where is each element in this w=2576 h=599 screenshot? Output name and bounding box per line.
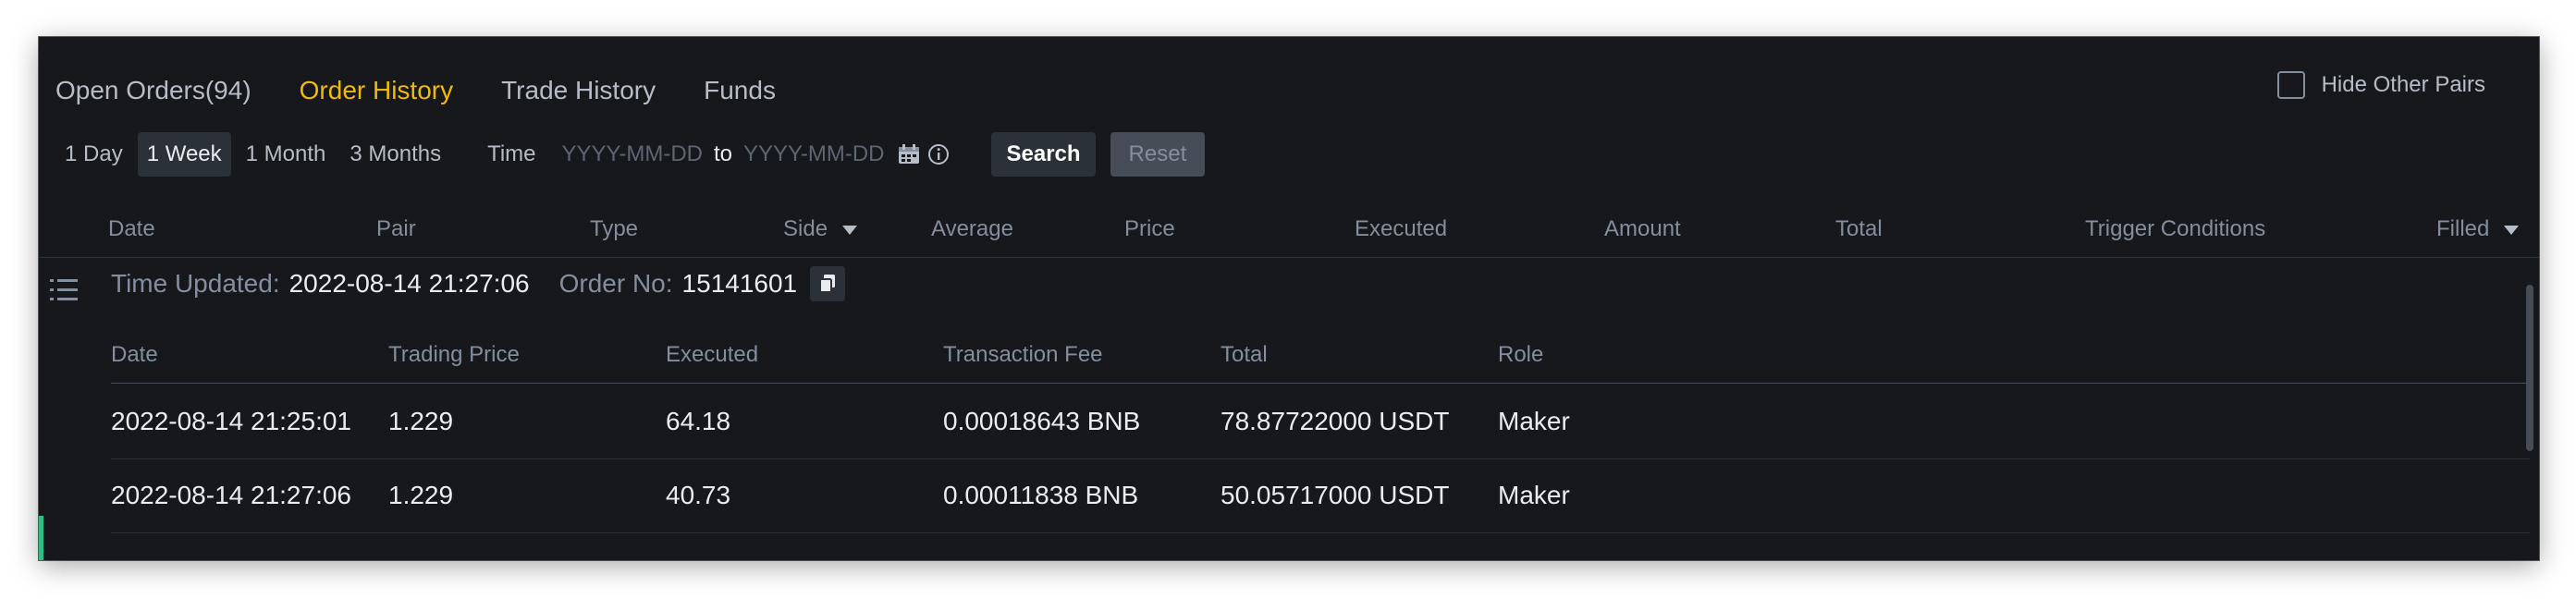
col-date: Date <box>108 216 155 241</box>
caret-down-icon <box>842 225 858 235</box>
order-no-label: Order No: <box>558 269 673 298</box>
trade-date: 2022-08-14 21:27:06 <box>111 481 351 509</box>
col-side[interactable]: Side <box>783 216 858 242</box>
caret-down-icon <box>2504 225 2520 235</box>
trades-col-date: Date <box>111 342 158 367</box>
trades-col-executed: Executed <box>666 342 759 367</box>
trade-date: 2022-08-14 21:25:01 <box>111 407 351 435</box>
orders-tabs: Open Orders(94) Order History Trade Hist… <box>55 70 824 111</box>
start-date-input[interactable]: YYYY-MM-DD <box>562 141 703 167</box>
info-icon[interactable] <box>926 142 951 166</box>
tab-trade-history[interactable]: Trade History <box>501 76 656 105</box>
col-filled[interactable]: Filled <box>2436 216 2520 242</box>
period-3-months[interactable]: 3 Months <box>340 132 450 177</box>
hide-other-pairs-checkbox[interactable] <box>2276 71 2305 99</box>
col-type: Type <box>590 216 639 241</box>
trade-price: 1.229 <box>388 407 454 435</box>
table-row: 2022-08-14 21:27:06 1.229 40.73 0.000118… <box>111 458 2530 533</box>
order-detail: Time Updated: 2022-08-14 21:27:06 Order … <box>39 259 2539 560</box>
trade-price: 1.229 <box>388 481 454 509</box>
time-updated-value: 2022-08-14 21:27:06 <box>288 269 530 298</box>
col-executed: Executed <box>1355 216 1448 241</box>
search-button[interactable]: Search <box>991 132 1096 177</box>
order-history-panel: Open Orders(94) Order History Trade Hist… <box>39 37 2539 560</box>
col-trigger-conditions: Trigger Conditions <box>2085 216 2266 241</box>
trades-col-role: Role <box>1498 342 1544 367</box>
trade-role: Maker <box>1498 407 1570 435</box>
period-1-month[interactable]: 1 Month <box>237 132 336 177</box>
col-filled-label: Filled <box>2436 216 2490 241</box>
trade-executed: 40.73 <box>666 481 731 509</box>
trade-total: 50.05717000 USDT <box>1221 481 1450 509</box>
trade-total: 78.87722000 USDT <box>1221 407 1450 435</box>
table-row: 2022-08-14 21:25:01 1.229 64.18 0.000186… <box>111 385 2530 459</box>
col-pair: Pair <box>376 216 416 241</box>
filter-bar: 1 Day 1 Week 1 Month 3 Months Time YYYY-… <box>55 131 1206 177</box>
col-average: Average <box>931 216 1013 241</box>
time-updated-label: Time Updated: <box>111 269 280 298</box>
calendar-icon[interactable] <box>897 143 921 165</box>
col-price: Price <box>1124 216 1175 241</box>
col-side-label: Side <box>783 216 828 241</box>
time-label: Time <box>487 141 536 166</box>
tab-funds[interactable]: Funds <box>704 76 776 105</box>
trades-col-trading-price: Trading Price <box>388 342 520 367</box>
status-indicator <box>39 516 43 560</box>
col-amount: Amount <box>1604 216 1681 241</box>
to-label: to <box>714 141 733 166</box>
trade-fee: 0.00011838 BNB <box>943 481 1139 509</box>
list-icon[interactable] <box>48 274 80 307</box>
hide-other-pairs-label: Hide Other Pairs <box>2321 72 2485 97</box>
hide-other-pairs-toggle[interactable]: Hide Other Pairs <box>2276 71 2485 99</box>
trade-role: Maker <box>1498 481 1570 509</box>
end-date-input[interactable]: YYYY-MM-DD <box>743 141 884 167</box>
order-meta: Time Updated: 2022-08-14 21:27:06 Order … <box>111 266 846 301</box>
period-1-week[interactable]: 1 Week <box>137 132 231 177</box>
tab-open-orders[interactable]: Open Orders(94) <box>55 76 251 105</box>
orders-table-header: Date Pair Type Side Average Price Execut… <box>39 202 2539 258</box>
trades-header: Date Trading Price Executed Transaction … <box>111 331 2530 384</box>
tab-order-history[interactable]: Order History <box>300 76 453 105</box>
copy-icon[interactable] <box>810 266 846 301</box>
period-1-day[interactable]: 1 Day <box>55 132 132 177</box>
vertical-scrollbar[interactable] <box>2526 285 2533 451</box>
col-total: Total <box>1835 216 1883 241</box>
trade-executed: 64.18 <box>666 407 731 435</box>
trade-fee: 0.00018643 BNB <box>943 407 1141 435</box>
order-no-value: 15141601 <box>681 269 798 298</box>
trades-col-fee: Transaction Fee <box>943 342 1103 367</box>
reset-button[interactable]: Reset <box>1110 132 1206 177</box>
trades-col-total: Total <box>1221 342 1268 367</box>
